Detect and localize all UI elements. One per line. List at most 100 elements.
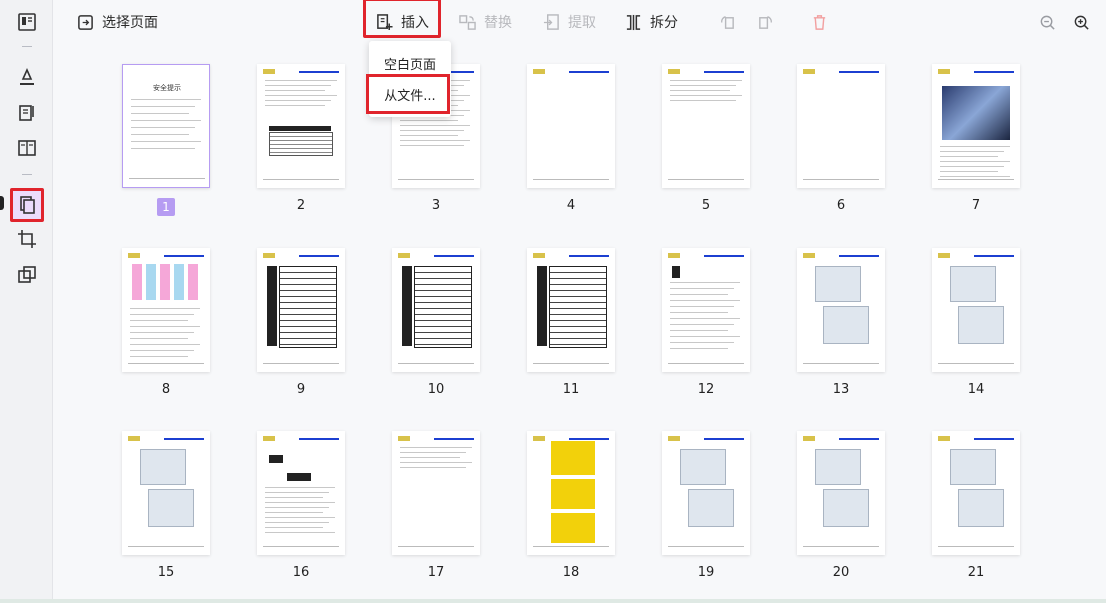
page-thumbnail[interactable] bbox=[527, 248, 615, 372]
page-footer bbox=[938, 546, 1014, 547]
page-thumbnail[interactable] bbox=[392, 248, 480, 372]
page-number: 10 bbox=[427, 382, 445, 397]
split-label: 拆分 bbox=[650, 15, 678, 31]
extract-label: 提取 bbox=[568, 15, 596, 31]
toolbar: 选择页面 插入 替换 提取 拆分 bbox=[53, 0, 1106, 42]
select-pages-button[interactable]: 选择页面 bbox=[77, 10, 158, 34]
rotate-right-button[interactable] bbox=[757, 10, 782, 34]
page-header bbox=[803, 253, 879, 258]
page-number: 3 bbox=[431, 198, 441, 213]
page-thumbnail[interactable] bbox=[392, 431, 480, 555]
page-thumbnail[interactable] bbox=[932, 431, 1020, 555]
page-number-label: 9 bbox=[257, 382, 345, 397]
extract-button[interactable]: 提取 bbox=[543, 10, 596, 34]
page-footer bbox=[668, 179, 744, 180]
page-footer bbox=[398, 179, 474, 180]
page-number-label: 10 bbox=[392, 382, 480, 397]
page-thumbnail[interactable] bbox=[662, 64, 750, 188]
page-footer bbox=[668, 546, 744, 547]
page-thumbnail[interactable] bbox=[797, 64, 885, 188]
panel-icon[interactable] bbox=[14, 9, 40, 35]
zoom-in-icon bbox=[1074, 15, 1089, 30]
rotate-left-button[interactable] bbox=[719, 10, 744, 34]
page-thumbnail[interactable] bbox=[257, 64, 345, 188]
page-footer bbox=[398, 363, 474, 364]
insert-icon bbox=[377, 13, 393, 30]
page-thumbnail[interactable] bbox=[797, 248, 885, 372]
crop-icon[interactable] bbox=[14, 226, 40, 252]
page-number-label: 7 bbox=[932, 198, 1020, 213]
page-footer bbox=[938, 363, 1014, 364]
split-icon bbox=[626, 14, 641, 30]
page-header bbox=[263, 253, 339, 258]
organize-pages-icon[interactable] bbox=[10, 188, 44, 222]
page-number: 5 bbox=[701, 198, 711, 213]
split-button[interactable]: 拆分 bbox=[625, 10, 678, 34]
page-footer bbox=[803, 179, 879, 180]
page-number: 2 bbox=[296, 198, 306, 213]
page-number: 21 bbox=[967, 565, 985, 580]
page-number: 16 bbox=[292, 565, 310, 580]
page-header bbox=[938, 253, 1014, 258]
page-number: 9 bbox=[296, 382, 306, 397]
edit-icon[interactable] bbox=[14, 100, 40, 126]
page-number-label: 12 bbox=[662, 382, 750, 397]
page-footer bbox=[533, 546, 609, 547]
page-thumbnail[interactable] bbox=[932, 64, 1020, 188]
insert-dropdown-menu: 空白页面 从文件... bbox=[366, 41, 451, 117]
page-thumbnail[interactable] bbox=[662, 431, 750, 555]
page-footer bbox=[533, 363, 609, 364]
page-number-label: 6 bbox=[797, 198, 885, 213]
zoom-out-button[interactable] bbox=[1039, 10, 1064, 34]
page-number-label: 21 bbox=[932, 565, 1020, 580]
page-footer bbox=[938, 179, 1014, 180]
replace-label: 替换 bbox=[484, 15, 512, 31]
page-thumbnail[interactable] bbox=[257, 431, 345, 555]
zoom-in-button[interactable] bbox=[1073, 10, 1098, 34]
page-thumbnail[interactable] bbox=[122, 431, 210, 555]
sidebar-separator bbox=[22, 174, 32, 175]
replace-button[interactable]: 替换 bbox=[459, 10, 512, 34]
active-indicator bbox=[0, 196, 4, 210]
delete-button[interactable] bbox=[811, 10, 836, 34]
left-sidebar bbox=[0, 0, 53, 603]
page-number-label: 16 bbox=[257, 565, 345, 580]
page-thumbnail[interactable] bbox=[932, 248, 1020, 372]
page-thumbnail[interactable]: 安全提示 bbox=[122, 64, 210, 188]
page-number-label: 1 bbox=[122, 198, 210, 216]
page-number-label: 8 bbox=[122, 382, 210, 397]
page-footer bbox=[803, 546, 879, 547]
page-header bbox=[398, 436, 474, 441]
page-thumbnail[interactable] bbox=[527, 64, 615, 188]
insert-button[interactable]: 插入 bbox=[376, 10, 429, 34]
page-header bbox=[533, 253, 609, 258]
page-number: 1 bbox=[157, 198, 175, 216]
page-header bbox=[938, 69, 1014, 74]
compare-icon[interactable] bbox=[14, 262, 40, 288]
page-footer bbox=[263, 179, 339, 180]
select-pages-label: 选择页面 bbox=[102, 15, 158, 31]
page-header bbox=[938, 436, 1014, 441]
page-thumbnail[interactable] bbox=[527, 431, 615, 555]
page-thumbnail[interactable] bbox=[122, 248, 210, 372]
rotate-left-icon bbox=[721, 15, 734, 29]
page-footer bbox=[129, 178, 205, 179]
page-thumbnail[interactable] bbox=[662, 248, 750, 372]
page-number: 15 bbox=[157, 565, 175, 580]
page-number: 18 bbox=[562, 565, 580, 580]
page-number-label: 4 bbox=[527, 198, 615, 213]
page-number: 7 bbox=[971, 198, 981, 213]
read-icon[interactable] bbox=[14, 135, 40, 161]
page-thumbnail[interactable] bbox=[257, 248, 345, 372]
page-header bbox=[668, 436, 744, 441]
page-footer bbox=[398, 546, 474, 547]
page-number-label: 14 bbox=[932, 382, 1020, 397]
page-number: 19 bbox=[697, 565, 715, 580]
page-thumbnail[interactable] bbox=[797, 431, 885, 555]
page-footer bbox=[803, 363, 879, 364]
insert-from-file-item[interactable]: 从文件... bbox=[369, 79, 451, 109]
page-number-label: 19 bbox=[662, 565, 750, 580]
bottom-edge bbox=[0, 599, 1106, 603]
highlight-icon[interactable] bbox=[14, 64, 40, 90]
page-number-label: 13 bbox=[797, 382, 885, 397]
